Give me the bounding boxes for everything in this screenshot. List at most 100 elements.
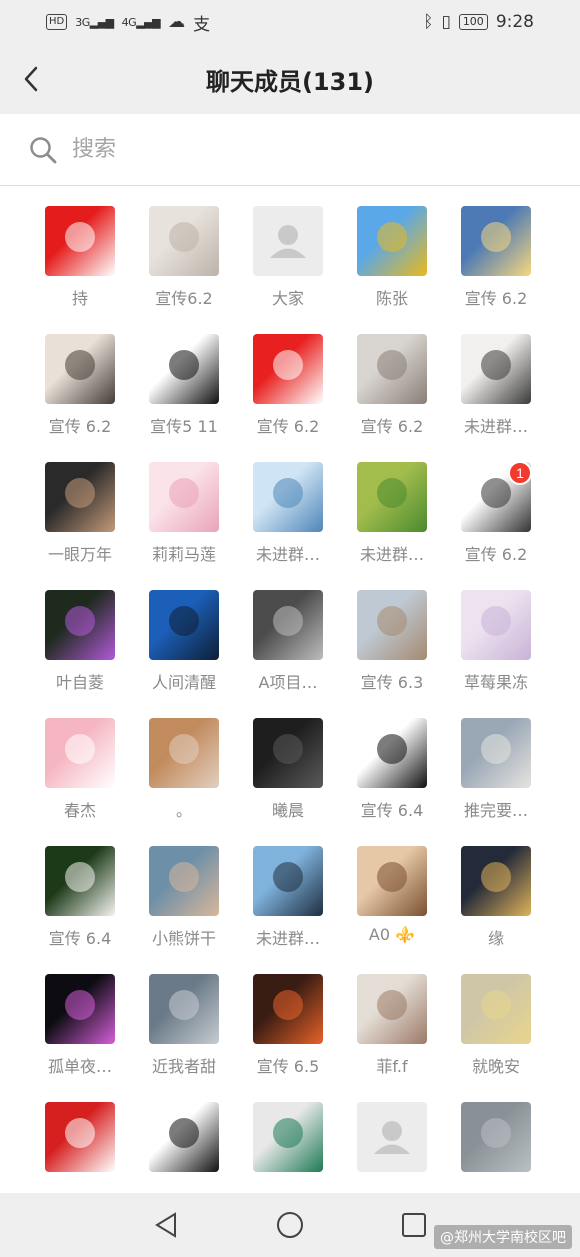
member-name: 菲f.f <box>376 1057 408 1076</box>
member-item[interactable]: 一眼万年 <box>28 462 132 590</box>
avatar <box>253 334 323 404</box>
member-item[interactable]: 宣传 6.5 <box>236 974 340 1102</box>
member-name: 就晚安 <box>471 1057 520 1076</box>
avatar <box>149 846 219 916</box>
avatar <box>149 462 219 532</box>
avatar <box>45 462 115 532</box>
avatar <box>253 1102 323 1172</box>
member-name: 宣传 6.2 <box>48 417 112 436</box>
avatar <box>253 974 323 1044</box>
status-right: ᛒ ▯ 100 9:28 <box>423 12 534 32</box>
search-input[interactable] <box>72 137 552 162</box>
search-bar[interactable] <box>0 114 580 186</box>
member-item[interactable]: 莉莉马莲 <box>132 462 236 590</box>
avatar <box>461 974 531 1044</box>
square-recent-icon <box>402 1213 426 1237</box>
avatar <box>461 1102 531 1172</box>
member-item[interactable]: 未进群… <box>236 846 340 974</box>
member-item[interactable]: 未进群… <box>340 462 444 590</box>
member-name: 宣传 6.2 <box>360 417 424 436</box>
member-name: 未进群… <box>255 545 320 564</box>
member-item[interactable]: 。 <box>132 718 236 846</box>
member-name: 宣传 6.3 <box>360 673 424 692</box>
back-button[interactable] <box>18 64 44 94</box>
member-item[interactable]: 春杰 <box>28 718 132 846</box>
member-name: 宣传 6.4 <box>360 801 424 820</box>
avatar <box>149 974 219 1044</box>
avatar <box>357 462 427 532</box>
watermark: @郑州大学南校区吧 <box>434 1225 572 1249</box>
hd-badge: HD <box>46 14 68 30</box>
unread-badge: 1 <box>508 462 531 485</box>
member-name: 缘 <box>487 929 504 948</box>
member-name: 未进群… <box>359 545 424 564</box>
member-name: 小熊饼干 <box>151 929 216 948</box>
member-item[interactable]: 宣传 6.2 <box>340 334 444 462</box>
chevron-left-icon <box>24 66 38 92</box>
member-item[interactable]: 宣传5 11 <box>132 334 236 462</box>
avatar <box>149 334 219 404</box>
avatar <box>149 590 219 660</box>
member-item[interactable]: 未进群… <box>236 462 340 590</box>
member-name: 宣传 6.5 <box>256 1057 320 1076</box>
member-item[interactable]: 宣传 6.3 <box>340 590 444 718</box>
member-item[interactable]: 近我者甜 <box>132 974 236 1102</box>
avatar <box>461 206 531 276</box>
member-item[interactable]: 草莓果冻 <box>444 590 548 718</box>
member-item[interactable]: 持 <box>28 206 132 334</box>
member-name: 宣传6.2 <box>155 289 213 308</box>
avatar <box>357 334 427 404</box>
member-item[interactable]: 菲f.f <box>340 974 444 1102</box>
avatar <box>45 206 115 276</box>
member-item[interactable]: 陈张 <box>340 206 444 334</box>
member-item[interactable]: 1 宣传 6.2 <box>444 462 548 590</box>
member-item[interactable]: A项目… <box>236 590 340 718</box>
system-nav-bar: @郑州大学南校区吧 <box>0 1193 580 1257</box>
avatar <box>357 590 427 660</box>
member-item[interactable]: A0 ⚜️ <box>340 846 444 974</box>
avatar <box>45 718 115 788</box>
avatar <box>149 206 219 276</box>
member-item[interactable]: 宣传 6.2 <box>444 206 548 334</box>
member-name: 未进群… <box>463 417 528 436</box>
member-item[interactable]: 推完要… <box>444 718 548 846</box>
member-name: A0 ⚜️ <box>368 925 416 944</box>
battery-icon: 100 <box>458 14 488 30</box>
member-name: 近我者甜 <box>151 1057 216 1076</box>
signal-4g-icon: 4G▂▄▆ <box>121 15 161 29</box>
member-item[interactable]: 叶自菱 <box>28 590 132 718</box>
member-item[interactable]: 孤单夜… <box>28 974 132 1102</box>
nav-back-button[interactable] <box>149 1208 183 1242</box>
member-item[interactable]: 人间清醒 <box>132 590 236 718</box>
member-item[interactable]: 缘 <box>444 846 548 974</box>
member-item[interactable]: 小熊饼干 <box>132 846 236 974</box>
member-name: 宣传 6.4 <box>48 929 112 948</box>
member-item[interactable]: 宣传 6.2 <box>236 334 340 462</box>
circle-home-icon <box>277 1212 303 1238</box>
member-name: 莉莉马莲 <box>151 545 216 564</box>
search-icon <box>30 136 57 163</box>
avatar <box>45 974 115 1044</box>
member-name: 。 <box>175 801 192 820</box>
nav-home-button[interactable] <box>273 1208 307 1242</box>
avatar <box>357 974 427 1044</box>
member-item[interactable]: 宣传 6.2 <box>28 334 132 462</box>
member-name: 人间清醒 <box>151 673 216 692</box>
member-item[interactable]: 曦晨 <box>236 718 340 846</box>
member-name: 一眼万年 <box>47 545 112 564</box>
member-grid: 持宣传6.2 大家 陈张 宣传 6.2 宣传 6.2 宣传5 11 宣传 6.2 宣传 6.2… <box>28 206 552 1230</box>
member-name: 孤单夜… <box>47 1057 112 1076</box>
member-item[interactable]: 大家 <box>236 206 340 334</box>
member-item[interactable]: 宣传6.2 <box>132 206 236 334</box>
member-item[interactable]: 未进群… <box>444 334 548 462</box>
member-item[interactable]: 就晚安 <box>444 974 548 1102</box>
avatar <box>45 334 115 404</box>
member-item[interactable]: 宣传 6.4 <box>340 718 444 846</box>
member-item[interactable]: 宣传 6.4 <box>28 846 132 974</box>
member-name: 宣传5 11 <box>150 417 218 436</box>
member-name: 草莓果冻 <box>463 673 528 692</box>
avatar <box>357 846 427 916</box>
avatar: 1 <box>461 462 531 532</box>
nav-recent-button[interactable] <box>397 1208 431 1242</box>
default-avatar-icon <box>253 206 323 276</box>
